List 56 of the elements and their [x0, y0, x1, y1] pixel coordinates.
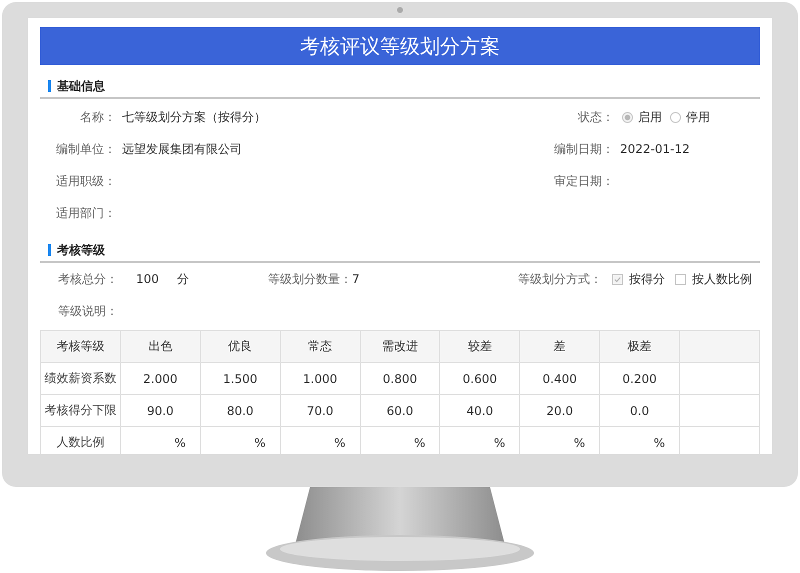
field-label: 考核总分：	[58, 270, 118, 288]
option-label: 停用	[686, 108, 710, 126]
page-title: 考核评议等级划分方案	[40, 27, 760, 65]
column-header: 优良	[200, 330, 280, 362]
checkbox[interactable]	[675, 274, 686, 284]
section-title: 考核等级	[57, 242, 105, 258]
table-cell: 1.000	[280, 362, 360, 394]
table-cell: 0.600	[440, 362, 520, 394]
table-cell: 0.400	[520, 362, 600, 394]
field-value: 七等级划分方案（按得分）	[122, 108, 266, 126]
camera-icon	[397, 7, 403, 13]
row-header: 考核得分下限	[40, 394, 120, 426]
field-label: 适用部门：	[55, 204, 116, 222]
field-label: 编制日期：	[553, 140, 614, 158]
row-header: 人数比例	[40, 426, 120, 454]
column-header: 考核等级	[40, 330, 120, 362]
table-cell: 0.0	[600, 394, 680, 426]
column-header: 极差	[600, 330, 680, 362]
table-cell: 1.500	[200, 362, 280, 394]
option-label: 启用	[638, 108, 662, 126]
table-cell: 2.000	[120, 362, 200, 394]
unit-label: 分	[176, 270, 189, 288]
field-label: 等级划分方式：	[518, 270, 602, 288]
checkbox[interactable]	[612, 274, 623, 284]
table-cell: 70.0	[280, 394, 360, 426]
table-cell: 0.200	[600, 362, 680, 394]
table-cell: 90.0	[120, 394, 200, 426]
row-header: 绩效薪资系数	[40, 362, 120, 394]
table-cell: 0.800	[360, 362, 440, 394]
column-header: 较差	[440, 330, 520, 362]
field-label: 审定日期：	[553, 172, 614, 190]
field-label: 名称：	[79, 108, 116, 126]
field-label: 状态：	[577, 108, 614, 126]
table-cell: 20.0	[520, 394, 600, 426]
radio-button[interactable]	[670, 112, 681, 122]
field-label: 适用职级：	[55, 172, 116, 190]
column-header: 差	[520, 330, 600, 362]
column-header: 常态	[280, 330, 360, 362]
section-marker	[48, 80, 51, 92]
option-label: 按人数比例	[692, 270, 752, 288]
table-cell: 60.0	[360, 394, 440, 426]
field-value: 100	[136, 272, 159, 286]
field-label: 等级划分数量：	[268, 270, 352, 288]
field-label: 编制单位：	[55, 140, 116, 158]
field-value: 2022-01-12	[620, 142, 690, 156]
field-value: 远望发展集团有限公司	[122, 140, 242, 158]
column-header: 需改进	[360, 330, 440, 362]
radio-button[interactable]	[622, 112, 633, 122]
option-label: 按得分	[629, 270, 665, 288]
column-header: 出色	[120, 330, 200, 362]
section-marker	[48, 244, 51, 256]
section-title: 基础信息	[57, 78, 105, 94]
table-cell: 80.0	[200, 394, 280, 426]
table-cell: 40.0	[440, 394, 520, 426]
field-value: 7	[352, 272, 360, 286]
field-label: 等级说明：	[58, 302, 118, 320]
